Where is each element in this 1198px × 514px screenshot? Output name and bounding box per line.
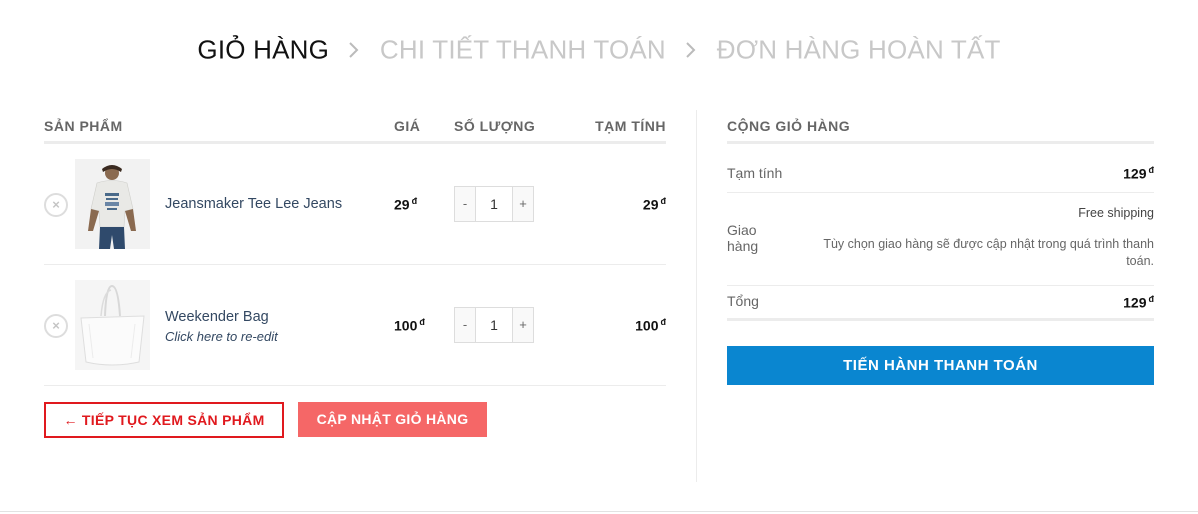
re-edit-link[interactable]: Click here to re-edit xyxy=(165,329,278,344)
product-name-link[interactable]: Weekender Bag xyxy=(165,309,269,325)
product-name-link[interactable]: Jeansmaker Tee Lee Jeans xyxy=(165,196,342,212)
qty-minus-button[interactable]: - xyxy=(455,187,475,221)
qty-input[interactable]: 1 xyxy=(475,187,513,221)
product-thumbnail[interactable] xyxy=(75,280,150,370)
qty-minus-button[interactable]: - xyxy=(455,308,475,342)
checkout-steps: GIỎ HÀNG CHI TIẾT THANH TOÁN ĐƠN HÀNG HO… xyxy=(0,33,1198,66)
qty-plus-button[interactable]: + xyxy=(513,308,533,342)
header-price: GIÁ xyxy=(394,118,421,134)
shipping-method: Free shipping xyxy=(1078,206,1154,220)
step-cart: GIỎ HÀNG xyxy=(197,34,330,65)
quantity-stepper: - 1 + xyxy=(454,307,534,343)
cart-table: SẢN PHẨM GIÁ SỐ LƯỢNG TẠM TÍNH × Jeansma… xyxy=(44,110,666,386)
table-header: SẢN PHẨM GIÁ SỐ LƯỢNG TẠM TÍNH xyxy=(44,110,666,144)
tshirt-man-image xyxy=(75,159,150,249)
cart-totals: CỘNG GIỎ HÀNG Tạm tính 129 đ Giao hàng Fr… xyxy=(727,110,1154,385)
subtotal-row: Tạm tính 129 đ xyxy=(727,144,1154,193)
header-subtotal: TẠM TÍNH xyxy=(595,118,666,134)
footer-divider xyxy=(0,511,1198,512)
subtotal-value: 129 đ xyxy=(1123,165,1154,182)
column-divider xyxy=(696,110,697,482)
remove-item-button[interactable]: × xyxy=(44,193,68,217)
product-subtotal: 100 đ xyxy=(635,317,666,334)
chevron-right-icon xyxy=(348,35,360,66)
header-quantity: SỐ LƯỢNG xyxy=(454,118,536,134)
product-thumbnail[interactable] xyxy=(75,159,150,249)
cart-totals-title: CỘNG GIỎ HÀNG xyxy=(727,110,1154,144)
tote-bag-image xyxy=(75,280,150,370)
header-product: SẢN PHẨM xyxy=(44,118,123,134)
chevron-right-icon xyxy=(685,35,697,66)
product-price: 100 đ xyxy=(394,317,425,334)
shipping-label: Giao hàng xyxy=(727,222,759,254)
qty-input[interactable]: 1 xyxy=(475,308,513,342)
total-label: Tổng xyxy=(727,293,759,309)
quantity-stepper: - 1 + xyxy=(454,186,534,222)
product-subtotal: 29 đ xyxy=(642,196,666,213)
proceed-to-checkout-button[interactable]: TIẾN HÀNH THANH TOÁN xyxy=(727,346,1154,385)
total-row: Tổng 129 đ xyxy=(727,286,1154,321)
qty-plus-button[interactable]: + xyxy=(513,187,533,221)
shipping-note: Tùy chọn giao hàng sẽ được cập nhật tron… xyxy=(823,237,1154,268)
step-order-complete: ĐƠN HÀNG HOÀN TẤT xyxy=(716,34,1001,65)
step-checkout-details[interactable]: CHI TIẾT THANH TOÁN xyxy=(380,35,666,65)
continue-shopping-button[interactable]: ← TIẾP TỤC XEM SẢN PHẨM xyxy=(44,402,284,438)
shipping-row: Giao hàng Free shipping Tùy chọn giao hà… xyxy=(727,193,1154,286)
table-row: × Weekender Bag Click here to re-edit 10… xyxy=(44,265,666,386)
subtotal-label: Tạm tính xyxy=(727,165,783,181)
remove-item-button[interactable]: × xyxy=(44,314,68,338)
table-row: × Jeansmaker Tee Lee Jeans 29 đ - 1 + 29… xyxy=(44,144,666,265)
product-price: 29 đ xyxy=(394,196,418,213)
total-value: 129 đ xyxy=(1123,294,1154,311)
update-cart-button[interactable]: CẬP NHẬT GIỎ HÀNG xyxy=(298,402,487,437)
